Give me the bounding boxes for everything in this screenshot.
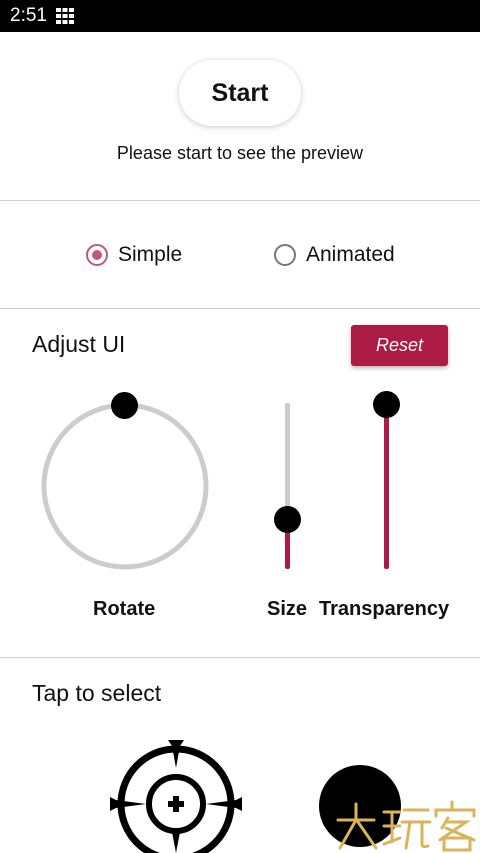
transparency-slider-knob[interactable] <box>373 391 400 418</box>
radio-animated[interactable]: Animated <box>274 240 395 270</box>
tap-to-select-title: Tap to select <box>32 680 162 706</box>
size-slider-track[interactable] <box>285 403 290 520</box>
adjust-ui-title: Adjust UI <box>32 331 126 357</box>
start-button[interactable]: Start <box>179 60 301 126</box>
rotate-dial[interactable] <box>38 392 214 572</box>
radio-simple-label: Simple <box>118 243 183 266</box>
transparency-slider-track[interactable] <box>384 405 389 569</box>
radio-dot <box>92 250 102 260</box>
apps-grid-icon <box>56 8 74 24</box>
divider <box>0 657 480 658</box>
watermark-logo <box>336 800 476 852</box>
screen: 2:51 Start Please start to see the previ… <box>0 0 480 853</box>
radio-animated-label: Animated <box>306 243 395 266</box>
size-label: Size <box>267 598 308 620</box>
status-time: 2:51 <box>10 5 47 26</box>
radio-checked-icon <box>86 244 108 266</box>
radio-simple[interactable]: Simple <box>86 240 182 270</box>
divider <box>0 200 480 201</box>
status-bar: 2:51 <box>0 0 480 32</box>
rotate-knob[interactable] <box>111 392 138 419</box>
reset-button[interactable]: Reset <box>351 325 448 366</box>
transparency-label: Transparency <box>319 598 450 620</box>
preview-hint: Please start to see the preview <box>116 143 364 163</box>
size-slider-knob[interactable] <box>274 506 301 533</box>
radio-unchecked-icon <box>274 244 296 266</box>
rotate-dial-ring <box>41 402 209 570</box>
rotate-label: Rotate <box>93 598 156 620</box>
crosshair-icon[interactable] <box>110 740 242 853</box>
divider <box>0 308 480 309</box>
